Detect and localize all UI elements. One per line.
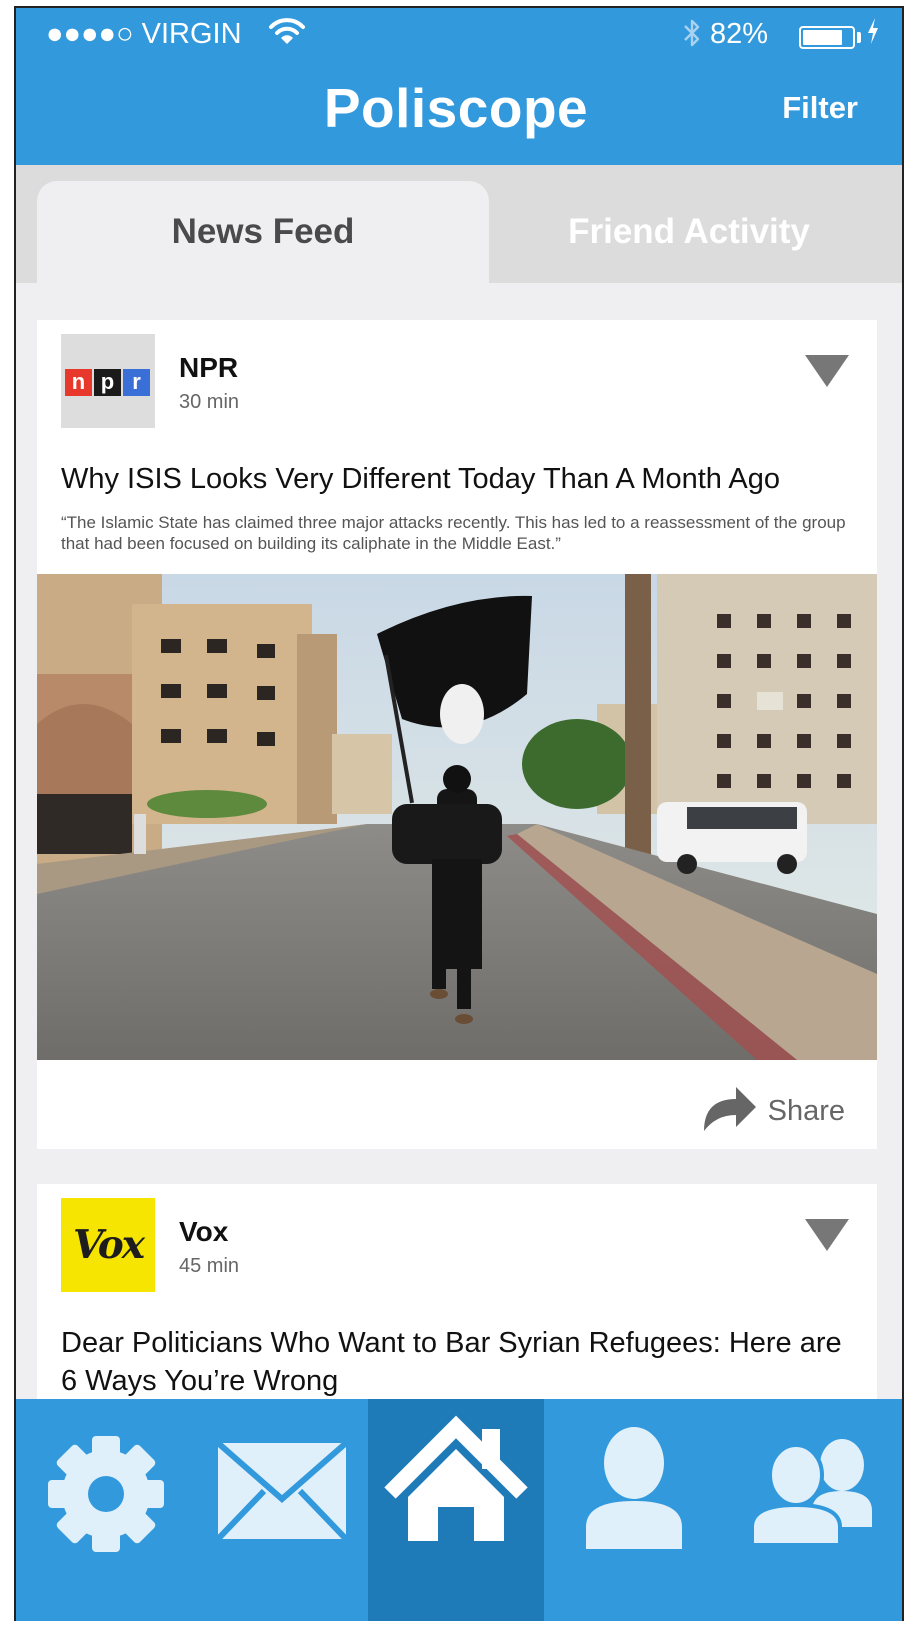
battery-icon — [799, 26, 855, 49]
npr-letter-r: r — [123, 369, 150, 396]
phone-screen: ●●●●○ VIRGIN 82% Poliscope Filter News F… — [14, 6, 904, 1621]
article-quote: “The Islamic State has claimed three maj… — [61, 513, 846, 553]
tab-news-feed[interactable]: News Feed — [37, 181, 489, 283]
post-time: 45 min — [179, 1255, 240, 1277]
bottom-nav — [16, 1399, 902, 1621]
battery-nub — [857, 32, 861, 43]
article-headline[interactable]: Why ISIS Looks Very Different Today Than… — [61, 460, 861, 498]
bluetooth-icon — [682, 17, 702, 57]
npr-letter-n: n — [65, 369, 92, 396]
tab-bar: News Feed Friend Activity — [16, 165, 902, 283]
nav-messages[interactable] — [192, 1399, 368, 1621]
npr-logo-letters: n p r — [65, 369, 152, 396]
app-header: ●●●●○ VIRGIN 82% Poliscope Filter — [16, 8, 902, 165]
status-bar: ●●●●○ VIRGIN 82% — [16, 8, 902, 60]
battery-fill — [803, 30, 842, 45]
chevron-down-icon[interactable] — [805, 355, 849, 387]
article-headline[interactable]: Dear Politicians Who Want to Bar Syrian … — [61, 1324, 861, 1400]
filter-button[interactable]: Filter — [782, 90, 858, 126]
carrier-label: ●●●●○ VIRGIN — [46, 18, 242, 50]
article-photo[interactable] — [37, 574, 877, 1060]
tab-friend-activity[interactable]: Friend Activity — [489, 181, 889, 283]
npr-logo: n p r — [61, 334, 155, 428]
charging-icon — [866, 16, 880, 53]
npr-letter-p: p — [94, 369, 121, 396]
nav-settings[interactable] — [16, 1399, 192, 1621]
nav-home[interactable] — [368, 1399, 544, 1621]
wifi-icon — [268, 16, 306, 56]
share-label: Share — [767, 1094, 845, 1127]
news-card[interactable]: n p r NPR 30 min Why ISIS Looks Very Dif… — [37, 320, 877, 1149]
chevron-down-icon[interactable] — [805, 1219, 849, 1251]
nav-profile[interactable] — [544, 1399, 720, 1621]
share-button[interactable]: Share — [700, 1086, 845, 1136]
share-arrow-icon — [700, 1085, 758, 1138]
vox-logo: Vox — [61, 1198, 155, 1292]
source-name: NPR — [179, 352, 239, 383]
post-time: 30 min — [179, 391, 240, 413]
source-name: Vox — [179, 1216, 229, 1247]
battery-percent: 82% — [710, 18, 769, 50]
nav-friends[interactable] — [720, 1399, 896, 1621]
app-title: Poliscope — [323, 77, 589, 139]
